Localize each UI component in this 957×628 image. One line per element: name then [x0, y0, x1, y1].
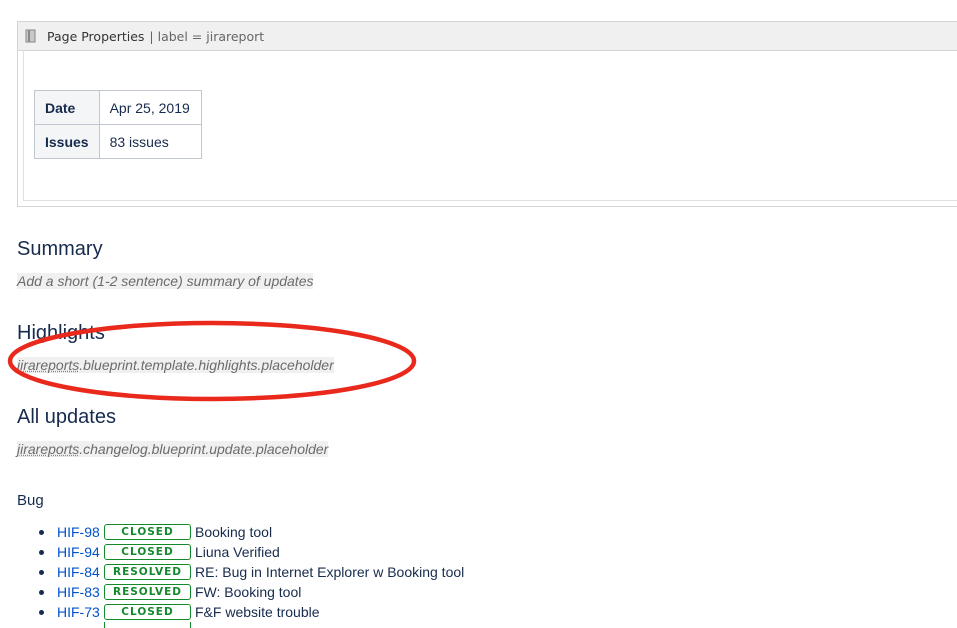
status-badge: RESOLVED: [104, 584, 191, 600]
issue-key-link[interactable]: HIF-73: [57, 604, 102, 620]
bullet: [39, 550, 44, 555]
macro-body: Date Apr 25, 2019 Issues 83 issues: [23, 50, 957, 201]
issue-key-link[interactable]: HIF-84: [57, 564, 102, 580]
summary-heading: Summary: [17, 238, 103, 260]
issue-summary: RE: Bug in Internet Explorer w Booking t…: [195, 564, 465, 580]
list-item-partial: [0, 622, 464, 628]
bullet: [39, 590, 44, 595]
issue-summary: FW: Booking tool: [195, 584, 302, 600]
placeholder-text: .blueprint.template.highlights.placehold…: [79, 357, 334, 373]
issue-key-link[interactable]: HIF-83: [57, 584, 102, 600]
property-key-issues: Issues: [34, 124, 100, 159]
list-item: HIF-94 CLOSED Liuna Verified: [0, 542, 464, 562]
status-badge: CLOSED: [104, 544, 191, 560]
status-badge: RESOLVED: [104, 564, 191, 580]
bug-heading: Bug: [17, 492, 44, 509]
bullet: [39, 530, 44, 535]
all-updates-heading: All updates: [17, 406, 116, 428]
issue-key-link[interactable]: HIF-94: [57, 544, 102, 560]
page-properties-macro: Page Properties | label = jirareport Dat…: [17, 21, 957, 207]
status-badge: CLOSED: [104, 604, 191, 620]
list-item: HIF-98 CLOSED Booking tool: [0, 522, 464, 542]
properties-table: Date Apr 25, 2019 Issues 83 issues: [34, 90, 202, 159]
list-item: HIF-84 RESOLVED RE: Bug in Internet Expl…: [0, 562, 464, 582]
highlights-heading: Highlights: [17, 322, 105, 344]
all-updates-placeholder[interactable]: jirareports.changelog.blueprint.update.p…: [17, 441, 329, 457]
issue-key-link[interactable]: HIF-98: [57, 524, 102, 540]
issue-summary: F&F website trouble: [195, 604, 320, 620]
macro-title: Page Properties: [47, 28, 145, 44]
page-properties-icon: [25, 29, 37, 43]
property-value-issues: 83 issues: [98, 124, 202, 159]
highlights-placeholder[interactable]: jirareports.blueprint.template.highlight…: [17, 357, 334, 373]
issue-summary: Liuna Verified: [195, 544, 280, 560]
table-row: Issues 83 issues: [34, 124, 202, 159]
spellcheck-word: jirareports: [17, 441, 80, 457]
table-row: Date Apr 25, 2019: [34, 90, 202, 125]
status-badge: CLOSED: [104, 524, 191, 540]
bullet: [39, 570, 44, 575]
placeholder-text: .changelog.blueprint.update.placeholder: [79, 441, 329, 457]
summary-placeholder[interactable]: Add a short (1-2 sentence) summary of up…: [17, 273, 314, 289]
macro-params: | label = jirareport: [149, 28, 265, 44]
bullet: [39, 610, 44, 615]
status-badge-partial: [104, 622, 191, 628]
list-item: HIF-73 CLOSED F&F website trouble: [0, 602, 464, 622]
macro-header: Page Properties | label = jirareport: [18, 22, 957, 51]
issue-summary: Booking tool: [195, 524, 273, 540]
property-value-date: Apr 25, 2019: [98, 90, 202, 125]
list-item: HIF-83 RESOLVED FW: Booking tool: [0, 582, 464, 602]
spellcheck-word: jirareports: [17, 357, 80, 373]
issue-list: HIF-98 CLOSED Booking tool HIF-94 CLOSED…: [0, 522, 464, 628]
property-key-date: Date: [34, 90, 100, 125]
